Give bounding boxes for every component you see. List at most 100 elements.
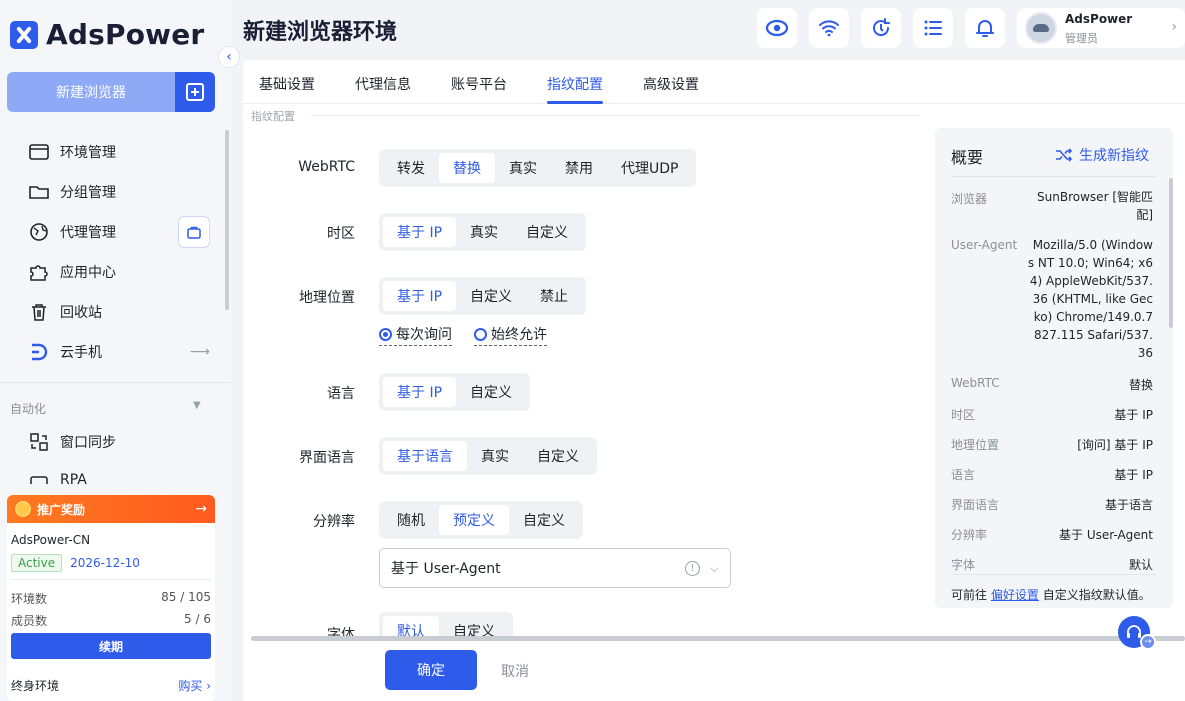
summary-timezone: 时区 基于 IP xyxy=(951,408,1153,422)
resolution-option[interactable]: 随机 xyxy=(383,505,439,535)
geo-option[interactable]: 禁止 xyxy=(526,281,582,311)
renew-button[interactable]: 续期 xyxy=(11,633,211,659)
ui-language-option[interactable]: 自定义 xyxy=(523,441,593,471)
sidebar-item-label: 应用中心 xyxy=(60,265,116,281)
font-label: 字体 xyxy=(327,627,355,636)
shuffle-icon xyxy=(1056,148,1073,162)
summary-geo: 地理位置 [询问] 基于 IP xyxy=(951,438,1153,452)
promo-divider xyxy=(11,579,211,580)
webrtc-option[interactable]: 替换 xyxy=(439,153,495,183)
webrtc-option[interactable]: 禁用 xyxy=(551,153,607,183)
confirm-button[interactable]: 确定 xyxy=(385,650,477,690)
sidebar-scrollbar[interactable] xyxy=(225,130,229,310)
geo-option[interactable]: 自定义 xyxy=(456,281,526,311)
geo-segmented: 基于 IP 自定义 禁止 xyxy=(379,277,587,315)
env-stat: 环境数 85 / 105 xyxy=(11,590,211,606)
sidebar-item-rpa[interactable]: RPA xyxy=(28,470,87,484)
resolution-option[interactable]: 预定义 xyxy=(439,505,509,535)
language-label: 语言 xyxy=(327,386,355,402)
language-segmented: 基于 IP 自定义 xyxy=(379,373,531,411)
font-option[interactable]: 默认 xyxy=(383,616,439,636)
summary-footnote: 可前往 偏好设置 自定义指纹默认值。 xyxy=(951,588,1151,602)
section-title: 指纹配置 xyxy=(251,110,295,123)
sidebar-item-env[interactable]: 环境管理 xyxy=(28,140,116,164)
tab-bar: 基础设置 代理信息 账号平台 指纹配置 高级设置 xyxy=(243,60,1185,104)
rpa-icon xyxy=(28,470,50,484)
ui-language-option[interactable]: 基于语言 xyxy=(383,441,467,471)
preferences-link[interactable]: 偏好设置 xyxy=(991,588,1039,602)
avatar xyxy=(1025,12,1057,44)
sidebar-item-apps[interactable]: 应用中心 xyxy=(28,260,116,284)
reward-icon xyxy=(15,501,31,517)
sidebar-item-label: 环境管理 xyxy=(60,145,116,161)
account-name: AdsPower-CN xyxy=(11,533,91,547)
radio-checked-icon xyxy=(379,327,392,341)
buy-link[interactable]: 购买 › xyxy=(178,677,211,694)
timezone-option[interactable]: 自定义 xyxy=(512,217,582,247)
horizontal-scrollbar[interactable] xyxy=(251,636,1185,641)
batch-add-button[interactable] xyxy=(175,72,215,112)
webrtc-segmented: 转发 替换 真实 禁用 代理UDP xyxy=(379,149,697,187)
tab-advanced[interactable]: 高级设置 xyxy=(643,74,699,94)
promo-card: 推广奖励 → AdsPower-CN Active 2026-12-10 环境数… xyxy=(7,495,215,701)
webrtc-option[interactable]: 转发 xyxy=(383,153,439,183)
sidebar-item-trash[interactable]: 回收站 xyxy=(28,300,102,324)
resolution-select[interactable]: 基于 User-Agent ! ⌵ xyxy=(379,548,731,588)
puzzle-icon xyxy=(28,262,50,282)
font-row-clip: 字体 默认 自定义 xyxy=(243,606,923,636)
language-option[interactable]: 基于 IP xyxy=(383,377,457,407)
generate-fingerprint-button[interactable]: 生成新指纹 xyxy=(1055,145,1149,165)
sidebar-item-cloud-phone[interactable]: 云手机 ⟶ xyxy=(28,340,210,364)
user-menu[interactable]: AdsPower 管理员 › xyxy=(1017,8,1185,48)
promo-header[interactable]: 推广奖励 → xyxy=(7,495,215,523)
network-button[interactable] xyxy=(809,8,849,48)
geo-label: 地理位置 xyxy=(299,290,355,306)
eye-swirl-icon xyxy=(765,19,789,37)
tab-account[interactable]: 账号平台 xyxy=(451,74,507,94)
new-browser-button[interactable]: 新建浏览器 xyxy=(7,72,215,112)
font-option[interactable]: 自定义 xyxy=(439,616,509,636)
radio-ask-each-time[interactable]: 每次询问 xyxy=(379,324,452,346)
sidebar-item-window-sync[interactable]: 窗口同步 xyxy=(28,430,116,454)
proxy-shop-button[interactable] xyxy=(178,216,210,248)
webrtc-label: WebRTC xyxy=(298,159,355,175)
task-list-button[interactable] xyxy=(913,8,953,48)
chevron-right-icon: › xyxy=(1171,19,1177,35)
info-icon[interactable]: ! xyxy=(684,560,700,576)
radio-always-allow[interactable]: 始终允许 xyxy=(474,324,547,346)
sidebar-item-group[interactable]: 分组管理 xyxy=(28,180,116,204)
ui-language-segmented: 基于语言 真实 自定义 xyxy=(379,437,597,475)
sync-icon xyxy=(873,18,890,37)
tab-basic[interactable]: 基础设置 xyxy=(259,74,315,94)
timezone-segmented: 基于 IP 真实 自定义 xyxy=(379,213,587,251)
cancel-button[interactable]: 取消 xyxy=(501,661,529,681)
timezone-option[interactable]: 基于 IP xyxy=(383,217,457,247)
lifetime-row: 终身环境 购买 › xyxy=(11,677,211,694)
notifications-button[interactable] xyxy=(965,8,1005,48)
section-automation[interactable]: 自动化 ▼ xyxy=(10,400,201,417)
webrtc-option[interactable]: 真实 xyxy=(495,153,551,183)
tab-fingerprint[interactable]: 指纹配置 xyxy=(547,74,603,94)
collapse-sidebar-button[interactable]: ‹ xyxy=(218,46,240,68)
support-expand-icon[interactable]: → xyxy=(1140,634,1156,650)
timezone-option[interactable]: 真实 xyxy=(456,217,512,247)
logo[interactable]: AdsPower xyxy=(10,18,204,51)
chevron-left-icon: ‹ xyxy=(226,49,232,65)
resolution-option[interactable]: 自定义 xyxy=(509,505,579,535)
resolution-label: 分辨率 xyxy=(313,514,355,530)
summary-scrollbar[interactable] xyxy=(1169,178,1173,328)
external-arrow-icon: ⟶ xyxy=(189,344,210,360)
language-option[interactable]: 自定义 xyxy=(456,377,526,407)
webrtc-option[interactable]: 代理UDP xyxy=(607,153,692,183)
user-role: 管理员 xyxy=(1065,32,1098,45)
trash-icon xyxy=(28,302,50,322)
ui-language-option[interactable]: 真实 xyxy=(467,441,523,471)
sidebar-item-proxy[interactable]: 代理管理 xyxy=(28,220,116,244)
sync-button[interactable] xyxy=(861,8,901,48)
expiry-date: 2026-12-10 xyxy=(70,556,140,570)
adspower-hub-button[interactable] xyxy=(757,8,797,48)
tab-proxy[interactable]: 代理信息 xyxy=(355,74,411,94)
adspower-logo-icon xyxy=(10,20,38,49)
geo-option[interactable]: 基于 IP xyxy=(383,281,457,311)
chevron-down-icon: ⌵ xyxy=(709,560,719,575)
